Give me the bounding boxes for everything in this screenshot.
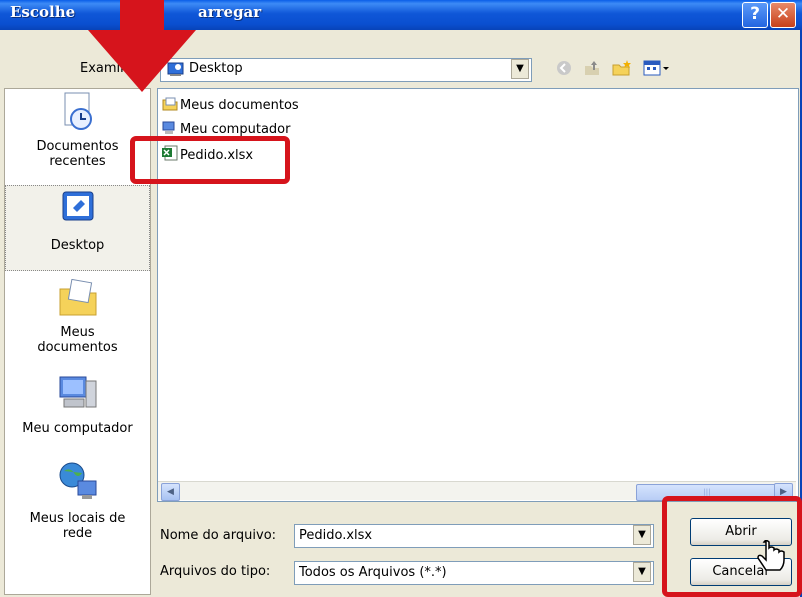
my-documents-icon xyxy=(5,278,150,321)
place-label: Meus locais de xyxy=(29,511,126,526)
filetype-value: Todos os Arquivos (*.*) xyxy=(299,565,447,580)
up-folder-icon[interactable] xyxy=(582,60,602,78)
place-label: Documentos xyxy=(36,139,119,154)
place-label: Desktop xyxy=(50,238,105,253)
red-arrow-icon xyxy=(80,0,204,98)
folder-icon xyxy=(162,97,178,111)
my-computer-icon xyxy=(5,373,150,417)
place-desktop[interactable]: Desktop xyxy=(5,185,150,271)
file-name: Meu computador xyxy=(180,122,291,137)
highlight-open-button-box xyxy=(662,496,802,597)
place-label-2: recentes xyxy=(49,154,106,169)
filename-label: Nome do arquivo: xyxy=(160,528,277,543)
place-label-2: rede xyxy=(62,526,93,541)
new-folder-icon[interactable] xyxy=(612,60,632,78)
view-menu-icon[interactable] xyxy=(642,60,672,78)
filetype-label: Arquivos do tipo: xyxy=(160,564,271,579)
file-item[interactable]: Meus documentos xyxy=(162,97,299,115)
scroll-left-icon[interactable]: ◀ xyxy=(161,483,180,501)
look-in-dropdown-button[interactable]: ▼ xyxy=(511,59,529,79)
dialog-title-left: Escolhe xyxy=(10,3,76,21)
dialog-title-right: arregar xyxy=(198,3,262,21)
places-bar: Documentos recentes Desktop Meus documen… xyxy=(4,88,151,595)
computer-icon xyxy=(162,121,178,135)
back-icon[interactable] xyxy=(554,60,574,78)
filetype-select[interactable]: Todos os Arquivos (*.*) ▼ xyxy=(294,561,654,585)
place-label: Meus xyxy=(60,325,95,340)
help-button[interactable]: ? xyxy=(742,2,768,28)
desktop-icon xyxy=(6,186,149,230)
place-my-documents[interactable]: Meus documentos xyxy=(5,278,150,363)
place-my-computer[interactable]: Meu computador xyxy=(5,373,150,443)
network-places-icon xyxy=(5,461,150,507)
look-in-combo[interactable]: Desktop ▼ xyxy=(160,58,532,82)
place-label-2: documentos xyxy=(37,340,118,355)
filename-input[interactable]: Pedido.xlsx ▼ xyxy=(294,524,654,548)
filename-dropdown-button[interactable]: ▼ xyxy=(633,525,651,545)
file-name: Meus documentos xyxy=(180,98,299,113)
filetype-dropdown-button[interactable]: ▼ xyxy=(633,562,651,582)
place-network[interactable]: Meus locais de rede xyxy=(5,461,150,541)
filename-value: Pedido.xlsx xyxy=(299,528,373,543)
place-recent-documents[interactable]: Documentos recentes xyxy=(5,91,150,179)
close-button[interactable]: ✕ xyxy=(770,2,796,28)
highlight-file-box xyxy=(130,136,290,184)
place-label: Meu computador xyxy=(22,421,133,436)
